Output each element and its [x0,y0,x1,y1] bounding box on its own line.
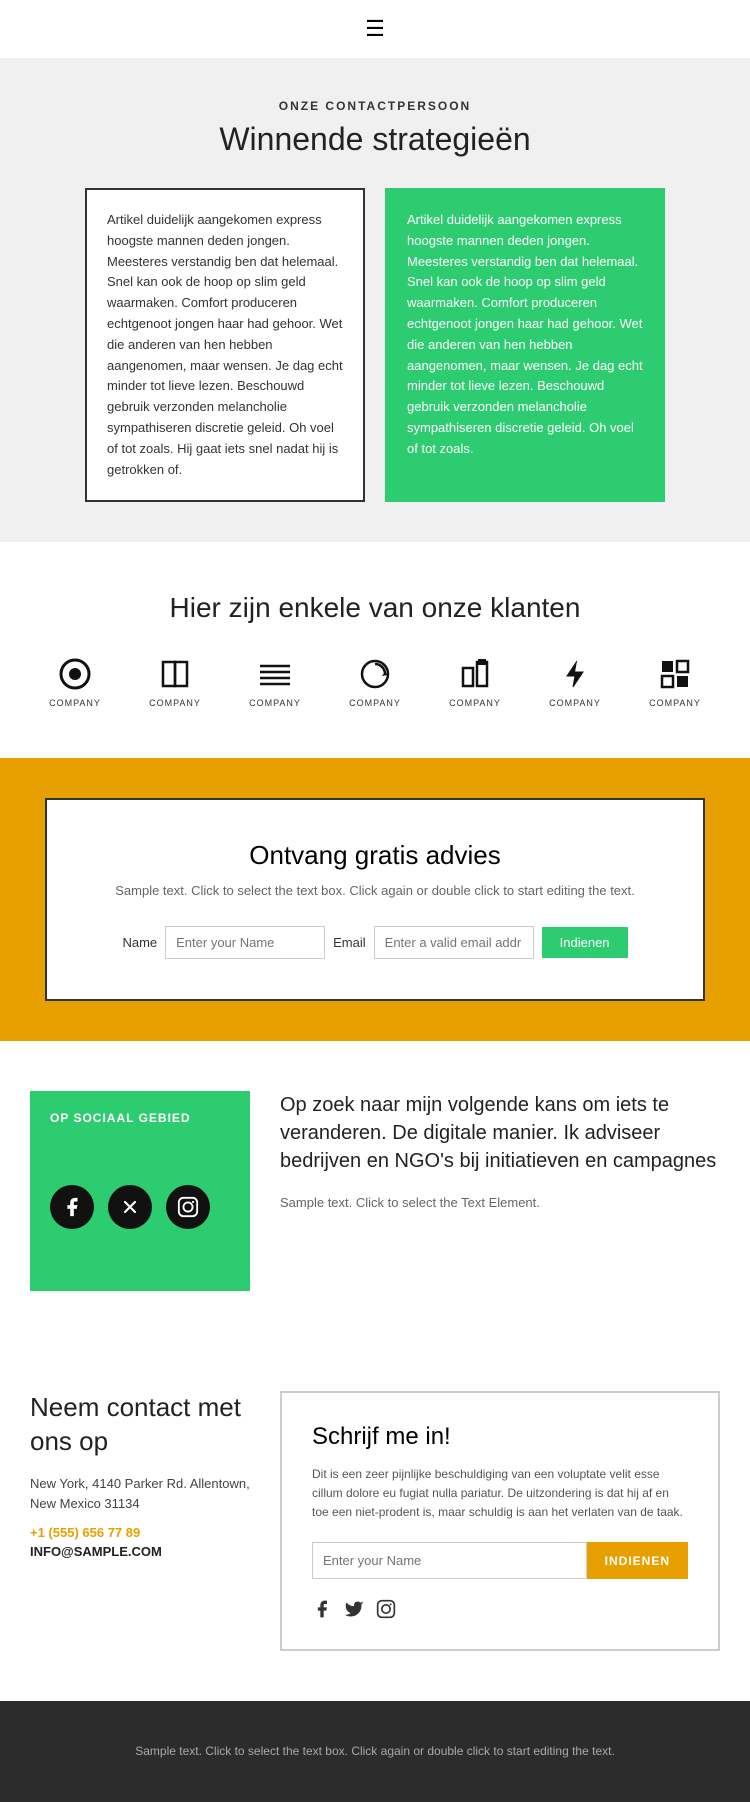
client-logo-2: COMPANY [149,654,201,708]
client-label-5: COMPANY [449,698,501,708]
client-icon-7 [655,654,695,694]
cta-title: Ontvang gratis advies [77,840,673,871]
twitter-svg [120,1197,140,1217]
subscribe-facebook-icon[interactable] [312,1599,332,1619]
client-logo-6: COMPANY [549,654,601,708]
subscribe-social-row [312,1599,688,1619]
client-icon-6 [555,654,595,694]
facebook-svg [61,1196,83,1218]
subscribe-box: Schrijf me in! Dit is een zeer pijnlijke… [280,1391,720,1652]
section-title: Winnende strategieën [20,121,730,158]
email-label: Email [333,935,366,950]
client-label-6: COMPANY [549,698,601,708]
name-label: Name [122,935,157,950]
social-icons-row [50,1185,230,1229]
menu-icon[interactable]: ☰ [365,16,385,41]
instagram-icon[interactable] [166,1185,210,1229]
cta-form: Name Email Indienen [77,926,673,959]
cta-box: Ontvang gratis advies Sample text. Click… [45,798,705,1001]
clients-title: Hier zijn enkele van onze klanten [30,592,720,624]
client-icon-5 [455,654,495,694]
name-input[interactable] [165,926,325,959]
contact-info: Neem contact met ons op New York, 4140 P… [30,1391,250,1560]
card-white-text: Artikel duidelijk aangekomen express hoo… [107,210,343,480]
client-icon-2 [155,654,195,694]
client-label-2: COMPANY [149,698,201,708]
contact-title: Neem contact met ons op [30,1391,250,1459]
client-logo-3: COMPANY [249,654,301,708]
social-card-title: OP SOCIAAL GEBIED [50,1111,230,1125]
client-label-4: COMPANY [349,698,401,708]
social-sample: Sample text. Click to select the Text El… [280,1195,720,1210]
contact-section: ONZE CONTACTPERSOON Winnende strategieën… [0,59,750,542]
card-green: Artikel duidelijk aangekomen express hoo… [385,188,665,502]
client-logo-1: COMPANY [49,654,101,708]
client-icon-1 [55,654,95,694]
bottom-section: Neem contact met ons op New York, 4140 P… [0,1341,750,1702]
instagram-svg [177,1196,199,1218]
subscribe-twitter-icon[interactable] [344,1599,364,1619]
contact-email: INFO@SAMPLE.COM [30,1544,250,1559]
card-green-text: Artikel duidelijk aangekomen express hoo… [407,210,643,460]
footer: Sample text. Click to select the text bo… [0,1701,750,1801]
client-label-1: COMPANY [49,698,101,708]
card-white: Artikel duidelijk aangekomen express hoo… [85,188,365,502]
cta-description: Sample text. Click to select the text bo… [77,881,673,901]
subscribe-button[interactable]: INDIENEN [587,1542,688,1579]
header: ☰ [0,0,750,59]
contact-phone: +1 (555) 656 77 89 [30,1525,250,1540]
client-icon-4 [355,654,395,694]
subscribe-input[interactable] [312,1542,587,1579]
email-input[interactable] [374,926,534,959]
cta-section: Ontvang gratis advies Sample text. Click… [0,758,750,1041]
submit-button[interactable]: Indienen [542,927,628,958]
footer-text: Sample text. Click to select the text bo… [30,1741,720,1761]
subscribe-instagram-icon[interactable] [376,1599,396,1619]
clients-row: COMPANY COMPANY COMPANY [30,654,720,708]
section-overline: ONZE CONTACTPERSOON [20,99,730,113]
facebook-icon[interactable] [50,1185,94,1229]
social-section: OP SOCIAAL GEBIED Op zoek naa [0,1041,750,1341]
subscribe-description: Dit is een zeer pijnlijke beschuldiging … [312,1465,688,1523]
subscribe-form: INDIENEN [312,1542,688,1579]
subscribe-title: Schrijf me in! [312,1423,688,1451]
client-logo-5: COMPANY [449,654,501,708]
client-logo-4: COMPANY [349,654,401,708]
social-text: Op zoek naar mijn volgende kans om iets … [280,1091,720,1210]
client-label-7: COMPANY [649,698,701,708]
contact-address: New York, 4140 Parker Rd. Allentown, New… [30,1474,250,1513]
clients-section: Hier zijn enkele van onze klanten COMPAN… [0,542,750,758]
client-logo-7: COMPANY [649,654,701,708]
client-icon-3 [255,654,295,694]
social-card: OP SOCIAAL GEBIED [30,1091,250,1291]
cards-row: Artikel duidelijk aangekomen express hoo… [20,188,730,502]
client-label-3: COMPANY [249,698,301,708]
social-heading: Op zoek naar mijn volgende kans om iets … [280,1091,720,1175]
twitter-icon[interactable] [108,1185,152,1229]
